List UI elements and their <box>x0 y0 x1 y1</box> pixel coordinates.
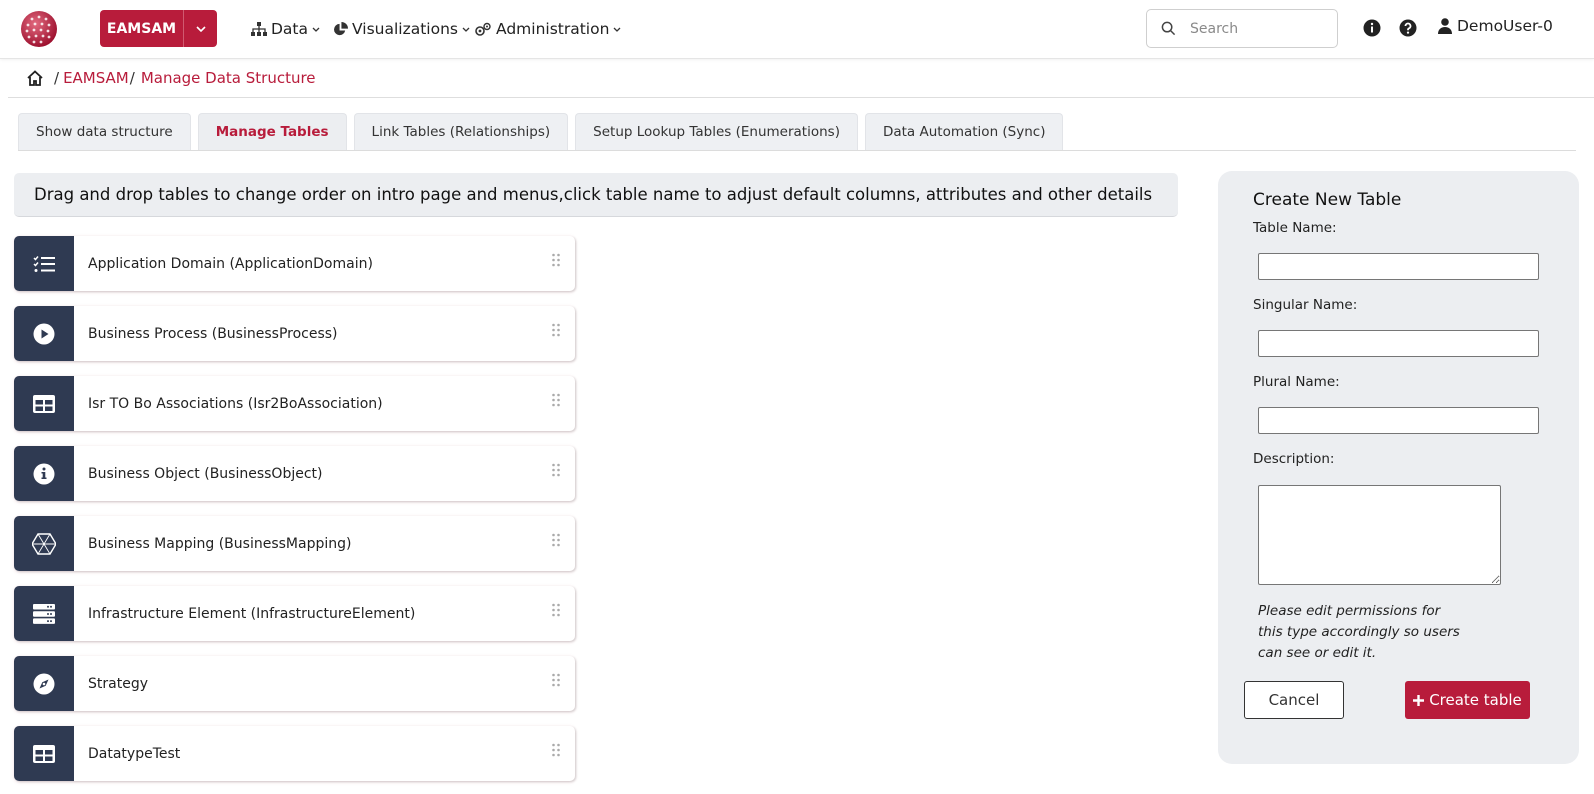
menu-visualizations[interactable]: Visualizations <box>333 18 470 40</box>
table-name-link[interactable]: DatatypeTest <box>88 746 575 762</box>
permissions-note: Please edit permissions for this type ac… <box>1258 603 1460 661</box>
chevron-down-icon[interactable] <box>184 10 217 47</box>
help-icon[interactable] <box>1399 19 1417 37</box>
plural-name-field[interactable] <box>1258 407 1539 434</box>
app-logo[interactable] <box>20 10 58 48</box>
table-name-label: Table Name: <box>1253 220 1337 236</box>
cancel-button[interactable]: Cancel <box>1244 681 1344 719</box>
drag-handle-icon[interactable] <box>551 393 561 407</box>
drag-handle-icon[interactable] <box>551 603 561 617</box>
checklist-icon <box>14 236 74 291</box>
table-grid-icon <box>14 726 74 781</box>
breadcrumb-divider <box>8 97 1594 98</box>
compass-icon <box>14 656 74 711</box>
tab-setup-lookup-tables[interactable]: Setup Lookup Tables (Enumerations) <box>575 113 858 150</box>
breadcrumb: / EAMSAM / Manage Data Structure <box>26 67 316 89</box>
table-list: Application Domain (ApplicationDomain) B… <box>14 236 575 794</box>
menu-administration-label: Administration <box>496 20 610 38</box>
user-menu[interactable]: DemoUser-0 <box>1438 17 1553 35</box>
description-label: Description: <box>1253 451 1335 467</box>
breadcrumb-separator: / <box>129 69 135 87</box>
table-name-link[interactable]: Business Process (BusinessProcess) <box>88 326 575 342</box>
table-item-datatypetest[interactable]: DatatypeTest <box>14 726 575 781</box>
tab-data-automation[interactable]: Data Automation (Sync) <box>864 113 1064 150</box>
hexagon-network-icon <box>14 516 74 571</box>
app-switcher-label: EAMSAM <box>100 10 184 47</box>
drag-handle-icon[interactable] <box>551 463 561 477</box>
drag-handle-icon[interactable] <box>551 533 561 547</box>
panel-title: Create New Table <box>1253 190 1402 210</box>
singular-name-field[interactable] <box>1258 330 1539 357</box>
home-icon[interactable] <box>26 70 44 86</box>
description-field[interactable] <box>1258 485 1501 585</box>
table-item-business-mapping[interactable]: Business Mapping (BusinessMapping) <box>14 516 575 571</box>
create-table-panel: Create New Table Table Name: Singular Na… <box>1218 171 1579 764</box>
table-item-application-domain[interactable]: Application Domain (ApplicationDomain) <box>14 236 575 291</box>
drag-handle-icon[interactable] <box>551 673 561 687</box>
chevron-down-icon <box>613 27 621 32</box>
menu-visualizations-label: Visualizations <box>352 20 458 38</box>
table-item-isr-to-bo-associations[interactable]: Isr TO Bo Associations (Isr2BoAssociatio… <box>14 376 575 431</box>
drag-handle-icon[interactable] <box>551 253 561 267</box>
play-circle-icon <box>14 306 74 361</box>
table-grid-icon <box>14 376 74 431</box>
info-icon[interactable] <box>1363 19 1381 37</box>
user-icon <box>1438 18 1452 34</box>
top-navbar: EAMSAM Data Visualizations Administratio… <box>0 0 1594 59</box>
search-input[interactable] <box>1190 20 1320 37</box>
sitemap-icon <box>251 22 267 36</box>
drag-handle-icon[interactable] <box>551 323 561 337</box>
drag-handle-icon[interactable] <box>551 743 561 757</box>
table-item-infrastructure-element[interactable]: Infrastructure Element (InfrastructureEl… <box>14 586 575 641</box>
table-item-strategy[interactable]: Strategy <box>14 656 575 711</box>
create-table-label: Create table <box>1429 691 1522 709</box>
tab-bar: Show data structure Manage Tables Link T… <box>18 113 1064 150</box>
table-name-link[interactable]: Strategy <box>88 676 575 692</box>
info-circle-icon <box>14 446 74 501</box>
gears-icon <box>475 22 491 36</box>
breadcrumb-separator: / <box>54 69 60 87</box>
table-item-business-object[interactable]: Business Object (BusinessObject) <box>14 446 575 501</box>
table-name-link[interactable]: Isr TO Bo Associations (Isr2BoAssociatio… <box>88 396 575 412</box>
instruction-banner: Drag and drop tables to change order on … <box>14 173 1178 217</box>
singular-name-label: Singular Name: <box>1253 297 1358 313</box>
tabs-divider <box>18 150 1576 151</box>
table-name-field[interactable] <box>1258 253 1539 280</box>
chevron-down-icon <box>312 27 320 32</box>
plural-name-label: Plural Name: <box>1253 374 1340 390</box>
create-table-button[interactable]: Create table <box>1405 681 1530 719</box>
table-name-link[interactable]: Business Object (BusinessObject) <box>88 466 575 482</box>
plus-icon <box>1413 694 1425 706</box>
breadcrumb-link-eamsam[interactable]: EAMSAM <box>63 69 129 87</box>
menu-data-label: Data <box>271 20 309 38</box>
pie-chart-icon <box>334 21 348 35</box>
table-name-link[interactable]: Application Domain (ApplicationDomain) <box>88 256 575 272</box>
menu-data[interactable]: Data <box>251 18 320 40</box>
server-icon <box>14 586 74 641</box>
app-switcher-button[interactable]: EAMSAM <box>100 10 217 47</box>
tab-manage-tables[interactable]: Manage Tables <box>197 113 347 150</box>
table-name-link[interactable]: Business Mapping (BusinessMapping) <box>88 536 575 552</box>
table-item-business-process[interactable]: Business Process (BusinessProcess) <box>14 306 575 361</box>
chevron-down-icon <box>462 27 470 32</box>
search-icon <box>1161 21 1176 36</box>
breadcrumb-current[interactable]: Manage Data Structure <box>141 69 316 87</box>
table-name-link[interactable]: Infrastructure Element (InfrastructureEl… <box>88 606 575 622</box>
menu-administration[interactable]: Administration <box>474 18 621 40</box>
user-name: DemoUser-0 <box>1457 17 1553 35</box>
search-box[interactable] <box>1146 9 1338 48</box>
tab-link-tables[interactable]: Link Tables (Relationships) <box>353 113 569 150</box>
tab-show-data-structure[interactable]: Show data structure <box>18 113 191 150</box>
